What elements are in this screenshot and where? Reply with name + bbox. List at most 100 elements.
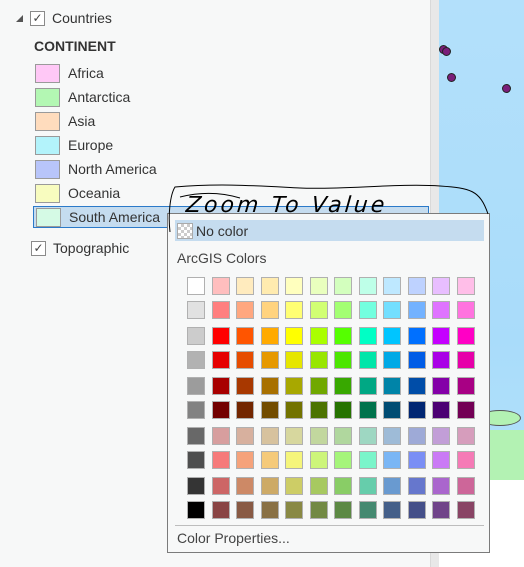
palette-color-swatch[interactable] (334, 377, 352, 395)
palette-color-swatch[interactable] (236, 327, 254, 345)
palette-color-swatch[interactable] (285, 327, 303, 345)
color-properties-option[interactable]: Color Properties... (177, 530, 290, 546)
palette-color-swatch[interactable] (211, 451, 230, 469)
palette-color-swatch[interactable] (456, 327, 475, 345)
palette-color-swatch[interactable] (211, 277, 230, 295)
color-swatch[interactable] (35, 159, 60, 179)
no-color-option[interactable]: No color (175, 220, 484, 241)
palette-color-swatch[interactable] (334, 427, 352, 445)
palette-color-swatch[interactable] (456, 401, 475, 419)
palette-color-swatch[interactable] (358, 277, 377, 295)
color-swatch[interactable] (35, 87, 60, 107)
palette-color-swatch[interactable] (432, 477, 450, 495)
palette-color-swatch[interactable] (407, 501, 426, 519)
legend-item[interactable]: North America (33, 158, 429, 180)
palette-color-swatch[interactable] (309, 351, 328, 369)
palette-color-swatch[interactable] (260, 377, 279, 395)
palette-color-swatch[interactable] (285, 301, 303, 319)
layer-name[interactable]: Countries (52, 10, 112, 26)
legend-item[interactable]: Africa (33, 62, 429, 84)
palette-color-swatch[interactable] (407, 327, 426, 345)
palette-color-swatch[interactable] (334, 277, 352, 295)
palette-color-swatch[interactable] (211, 501, 230, 519)
palette-color-swatch[interactable] (456, 301, 475, 319)
palette-color-swatch[interactable] (309, 277, 328, 295)
palette-color-swatch[interactable] (456, 477, 475, 495)
legend-item[interactable]: Asia (33, 110, 429, 132)
palette-color-swatch[interactable] (211, 477, 230, 495)
palette-color-swatch[interactable] (211, 377, 230, 395)
palette-color-swatch[interactable] (236, 351, 254, 369)
palette-color-swatch[interactable] (383, 327, 401, 345)
palette-color-swatch[interactable] (285, 377, 303, 395)
color-swatch[interactable] (35, 183, 60, 203)
palette-color-swatch[interactable] (456, 451, 475, 469)
color-swatch[interactable] (35, 135, 60, 155)
map-point[interactable] (447, 73, 456, 82)
palette-color-swatch[interactable] (334, 401, 352, 419)
palette-color-swatch[interactable] (285, 277, 303, 295)
palette-color-swatch[interactable] (334, 351, 352, 369)
countries-visibility-checkbox[interactable]: ✓ (30, 10, 45, 26)
palette-color-swatch[interactable] (309, 301, 328, 319)
palette-color-swatch[interactable] (236, 301, 254, 319)
palette-color-swatch[interactable] (383, 477, 401, 495)
palette-color-swatch[interactable] (334, 327, 352, 345)
palette-color-swatch[interactable] (309, 477, 328, 495)
palette-color-swatch[interactable] (383, 277, 401, 295)
palette-color-swatch[interactable] (236, 401, 254, 419)
palette-color-swatch[interactable] (285, 401, 303, 419)
palette-color-swatch[interactable] (309, 401, 328, 419)
palette-color-swatch[interactable] (358, 501, 377, 519)
topographic-visibility-checkbox[interactable]: ✓ (31, 240, 46, 256)
palette-color-swatch[interactable] (211, 401, 230, 419)
palette-color-swatch[interactable] (187, 401, 205, 419)
palette-color-swatch[interactable] (407, 377, 426, 395)
palette-color-swatch[interactable] (211, 351, 230, 369)
palette-color-swatch[interactable] (187, 377, 205, 395)
palette-color-swatch[interactable] (383, 351, 401, 369)
palette-color-swatch[interactable] (358, 327, 377, 345)
palette-color-swatch[interactable] (285, 351, 303, 369)
palette-color-swatch[interactable] (260, 451, 279, 469)
palette-color-swatch[interactable] (236, 501, 254, 519)
palette-color-swatch[interactable] (309, 327, 328, 345)
palette-color-swatch[interactable] (407, 427, 426, 445)
palette-color-swatch[interactable] (187, 501, 205, 519)
color-swatch[interactable] (36, 207, 61, 227)
legend-item[interactable]: Europe (33, 134, 429, 156)
map-point[interactable] (442, 47, 451, 56)
palette-color-swatch[interactable] (456, 377, 475, 395)
palette-color-swatch[interactable] (236, 451, 254, 469)
palette-color-swatch[interactable] (187, 327, 205, 345)
palette-color-swatch[interactable] (334, 451, 352, 469)
palette-color-swatch[interactable] (211, 427, 230, 445)
palette-color-swatch[interactable] (383, 377, 401, 395)
palette-color-swatch[interactable] (260, 427, 279, 445)
palette-color-swatch[interactable] (187, 277, 205, 295)
collapse-triangle-icon[interactable] (16, 14, 23, 22)
map-point[interactable] (502, 84, 511, 93)
palette-color-swatch[interactable] (285, 477, 303, 495)
palette-color-swatch[interactable] (407, 477, 426, 495)
palette-color-swatch[interactable] (407, 351, 426, 369)
palette-color-swatch[interactable] (456, 427, 475, 445)
palette-color-swatch[interactable] (432, 501, 450, 519)
palette-color-swatch[interactable] (456, 351, 475, 369)
palette-color-swatch[interactable] (383, 501, 401, 519)
palette-color-swatch[interactable] (236, 477, 254, 495)
color-swatch[interactable] (35, 63, 60, 83)
legend-item[interactable]: Antarctica (33, 86, 429, 108)
palette-color-swatch[interactable] (285, 451, 303, 469)
palette-color-swatch[interactable] (260, 477, 279, 495)
palette-color-swatch[interactable] (358, 427, 377, 445)
palette-color-swatch[interactable] (187, 351, 205, 369)
palette-color-swatch[interactable] (432, 377, 450, 395)
palette-color-swatch[interactable] (236, 427, 254, 445)
palette-color-swatch[interactable] (407, 451, 426, 469)
palette-color-swatch[interactable] (358, 377, 377, 395)
palette-color-swatch[interactable] (407, 401, 426, 419)
palette-color-swatch[interactable] (260, 351, 279, 369)
palette-color-swatch[interactable] (334, 301, 352, 319)
palette-color-swatch[interactable] (187, 427, 205, 445)
